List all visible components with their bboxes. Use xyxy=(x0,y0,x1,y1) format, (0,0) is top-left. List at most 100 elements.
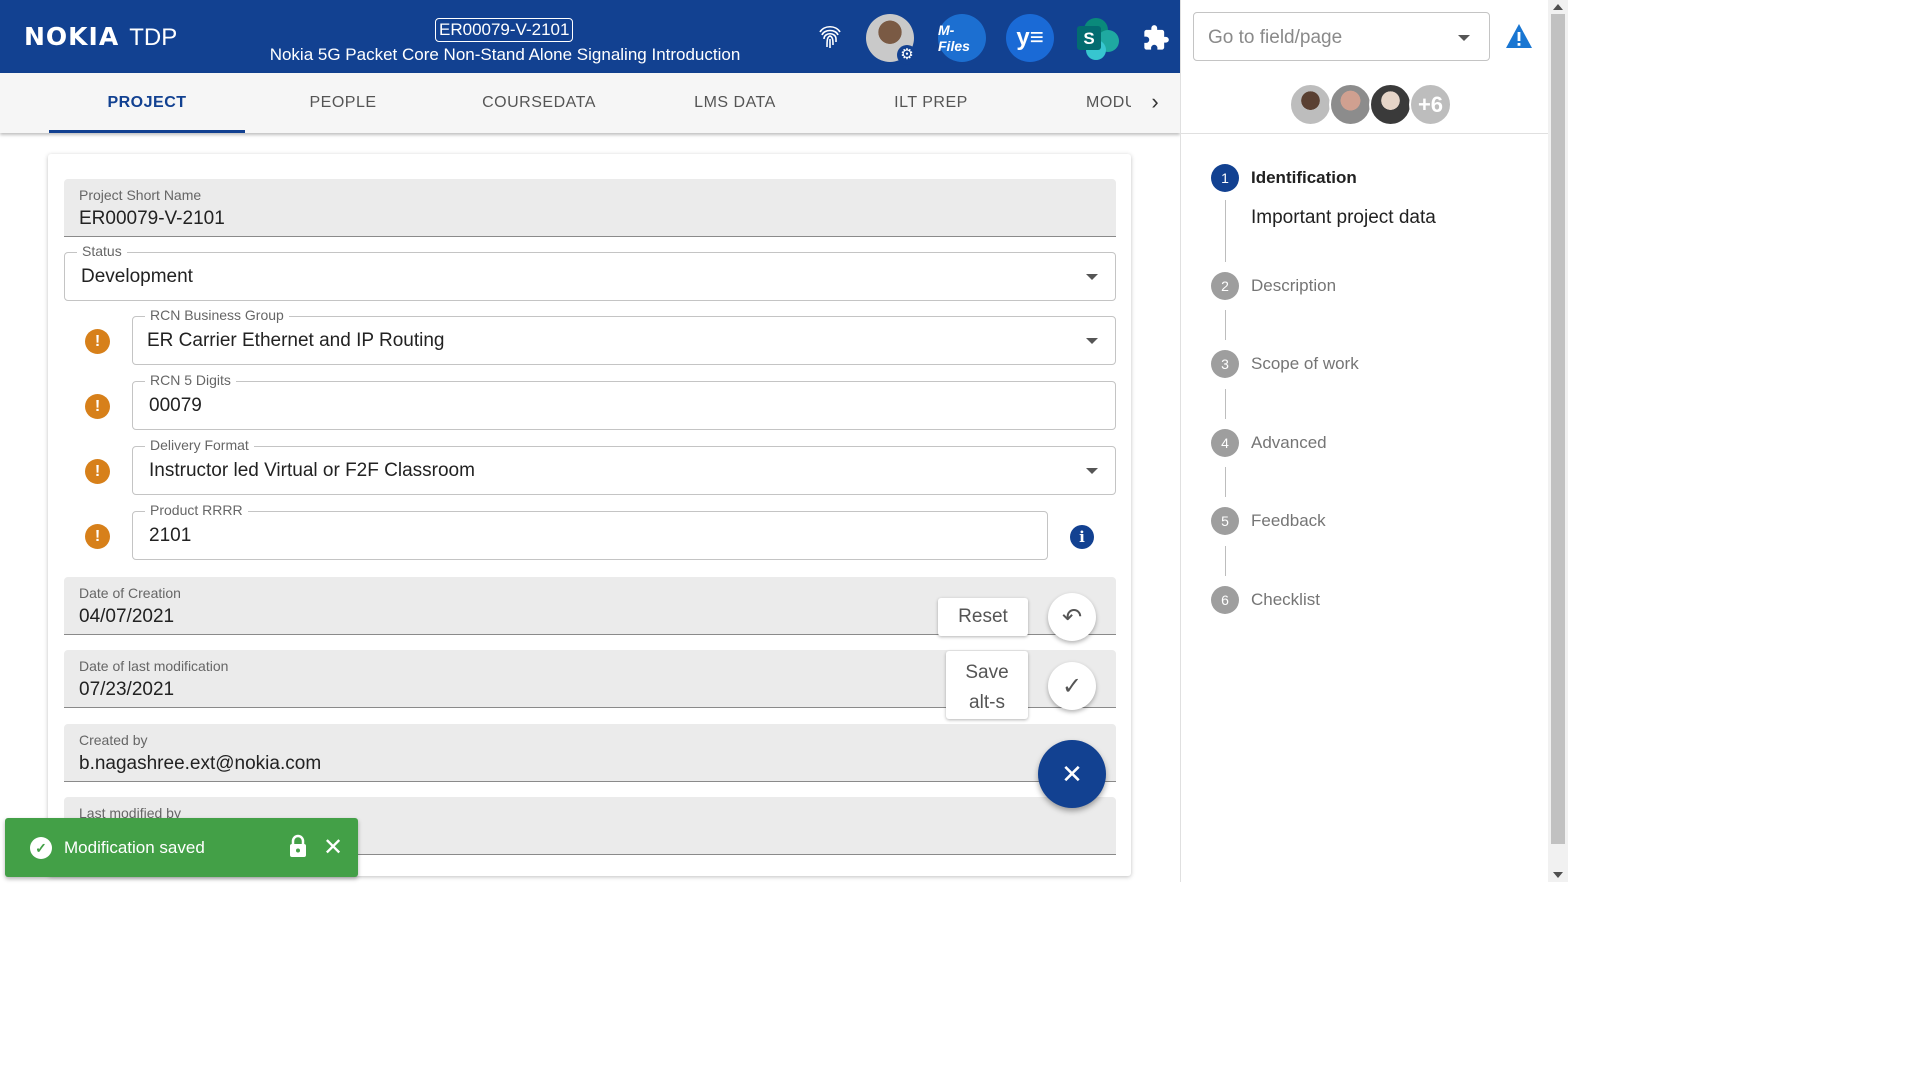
dropdown-caret-icon xyxy=(1086,274,1098,280)
reset-label[interactable]: Reset xyxy=(938,598,1028,636)
tab-lms-data[interactable]: LMS DATA xyxy=(637,73,833,133)
dropdown-caret-icon xyxy=(1458,35,1470,41)
dropdown-caret-icon xyxy=(1086,338,1098,344)
yammer-icon[interactable]: y≡ xyxy=(1006,14,1054,62)
step-number: 4 xyxy=(1211,429,1239,457)
field-label: Product RRRR xyxy=(145,502,248,518)
step-label: Advanced xyxy=(1251,433,1327,452)
product-rrrr-input[interactable]: Product RRRR 2101 xyxy=(132,502,1048,560)
save-shortcut: alt-s xyxy=(969,692,1005,713)
tab-coursedata[interactable]: COURSEDATA xyxy=(441,73,637,133)
scroll-down-arrow-icon[interactable] xyxy=(1553,872,1563,878)
fingerprint-icon[interactable] xyxy=(806,14,854,62)
step-label: Identification xyxy=(1251,168,1357,187)
warning-icon: ! xyxy=(85,524,110,549)
close-icon[interactable]: ✕ xyxy=(1038,740,1106,808)
snackbar-toast: ✓ Modification saved ✕ xyxy=(5,818,358,877)
more-collaborators-badge[interactable]: +6 xyxy=(1409,83,1452,126)
step-description[interactable]: 2 Description xyxy=(1211,272,1336,300)
step-label: Scope of work xyxy=(1251,354,1359,373)
collaborator-avatar[interactable] xyxy=(1329,83,1372,126)
user-avatar[interactable]: ⚙ xyxy=(866,14,917,65)
tab-project[interactable]: PROJECT xyxy=(49,73,245,133)
info-icon[interactable]: i xyxy=(1070,525,1094,549)
m-files-icon[interactable]: M-Files xyxy=(938,14,986,62)
step-advanced[interactable]: 4 Advanced xyxy=(1211,429,1327,457)
svg-text:S: S xyxy=(1083,29,1094,48)
warning-icon: ! xyxy=(85,459,110,484)
scroll-up-arrow-icon[interactable] xyxy=(1553,4,1563,10)
goto-field-select[interactable]: Go to field/page xyxy=(1193,12,1490,61)
save-text: Save xyxy=(965,662,1009,683)
field-value: b.nagashree.ext@nokia.com xyxy=(79,753,322,774)
field-label: RCN 5 Digits xyxy=(145,372,236,388)
field-value: 04/07/2021 xyxy=(79,606,175,627)
step-identification[interactable]: 1 Identification xyxy=(1211,164,1357,192)
field-value: 00079 xyxy=(149,395,202,416)
collaborator-avatar[interactable] xyxy=(1369,83,1412,126)
warning-icon: ! xyxy=(85,394,110,419)
step-checklist[interactable]: 6 Checklist xyxy=(1211,586,1320,614)
status-select[interactable]: Status Development xyxy=(64,243,1116,301)
chevron-right-icon[interactable]: › xyxy=(1140,89,1170,117)
sharepoint-icon[interactable]: S xyxy=(1074,14,1122,62)
step-connector xyxy=(1225,389,1226,419)
created-by-field[interactable]: Created by b.nagashree.ext@nokia.com xyxy=(64,724,1116,782)
step-number: 2 xyxy=(1211,272,1239,300)
tab-modules-partial[interactable]: MODU xyxy=(1029,73,1131,133)
tab-bar: PROJECT PEOPLE COURSEDATA LMS DATA ILT P… xyxy=(0,73,1180,133)
step-number: 5 xyxy=(1211,507,1239,535)
field-label: Project Short Name xyxy=(79,187,202,203)
project-short-name-field[interactable]: Project Short Name ER00079-V-2101 xyxy=(64,179,1116,237)
save-label[interactable]: Save alt-s xyxy=(946,651,1028,719)
field-label: Delivery Format xyxy=(145,437,254,453)
project-id-badge[interactable]: ER00079-V-2101 xyxy=(435,18,574,42)
dropdown-caret-icon xyxy=(1086,468,1098,474)
rcn-5-digits-input[interactable]: RCN 5 Digits 00079 xyxy=(132,372,1116,430)
step-label: Checklist xyxy=(1251,590,1320,609)
lock-icon[interactable] xyxy=(287,834,309,864)
step-connector xyxy=(1225,467,1226,497)
field-label: Date of Creation xyxy=(79,585,181,601)
tab-people[interactable]: PEOPLE xyxy=(245,73,441,133)
goto-placeholder: Go to field/page xyxy=(1208,27,1343,48)
step-number: 1 xyxy=(1211,164,1239,192)
tab-ilt-prep[interactable]: ILT PREP xyxy=(833,73,1029,133)
step-feedback[interactable]: 5 Feedback xyxy=(1211,507,1326,535)
step-connector xyxy=(1225,546,1226,576)
puzzle-icon[interactable] xyxy=(1132,14,1180,62)
project-title: Nokia 5G Packet Core Non-Stand Alone Sig… xyxy=(269,45,741,64)
warning-icon: ! xyxy=(85,329,110,354)
field-value: Development xyxy=(81,266,193,287)
step-connector xyxy=(1225,200,1226,262)
close-toast-icon[interactable]: ✕ xyxy=(323,833,343,862)
step-subtitle: Important project data xyxy=(1251,207,1436,228)
step-number: 3 xyxy=(1211,350,1239,378)
warning-triangle-icon[interactable] xyxy=(1504,22,1534,50)
field-value: ER00079-V-2101 xyxy=(79,208,225,229)
step-label: Feedback xyxy=(1251,511,1326,530)
field-value: 07/23/2021 xyxy=(79,679,175,700)
check-icon[interactable]: ✓ xyxy=(1048,662,1096,710)
top-app-bar: NOKIA TDP ER00079-V-2101 Nokia 5G Packet… xyxy=(0,0,1180,73)
step-scope-of-work[interactable]: 3 Scope of work xyxy=(1211,350,1359,378)
field-value: Instructor led Virtual or F2F Classroom xyxy=(149,460,475,481)
page-scrollbar[interactable] xyxy=(1548,0,1568,882)
rcn-business-group-select[interactable]: RCN Business Group ER Carrier Ethernet a… xyxy=(132,307,1116,365)
right-panel: Go to field/page +6 1 Identification Imp… xyxy=(1180,0,1549,882)
field-label: Date of last modification xyxy=(79,658,229,674)
scroll-thumb[interactable] xyxy=(1551,14,1565,844)
collaborators-row: +6 xyxy=(1181,73,1549,134)
field-label: RCN Business Group xyxy=(145,307,289,323)
undo-icon[interactable]: ↶ xyxy=(1048,593,1096,641)
collaborator-avatar[interactable] xyxy=(1289,83,1332,126)
step-number: 6 xyxy=(1211,586,1239,614)
field-value: ER Carrier Ethernet and IP Routing xyxy=(147,330,445,351)
toast-message: Modification saved xyxy=(64,838,205,857)
delivery-format-select[interactable]: Delivery Format Instructor led Virtual o… xyxy=(132,437,1116,495)
field-value: 2101 xyxy=(149,525,192,546)
step-label: Description xyxy=(1251,276,1337,295)
gear-icon[interactable]: ⚙ xyxy=(897,45,917,65)
field-label: Status xyxy=(77,243,127,259)
field-label: Created by xyxy=(79,732,148,748)
